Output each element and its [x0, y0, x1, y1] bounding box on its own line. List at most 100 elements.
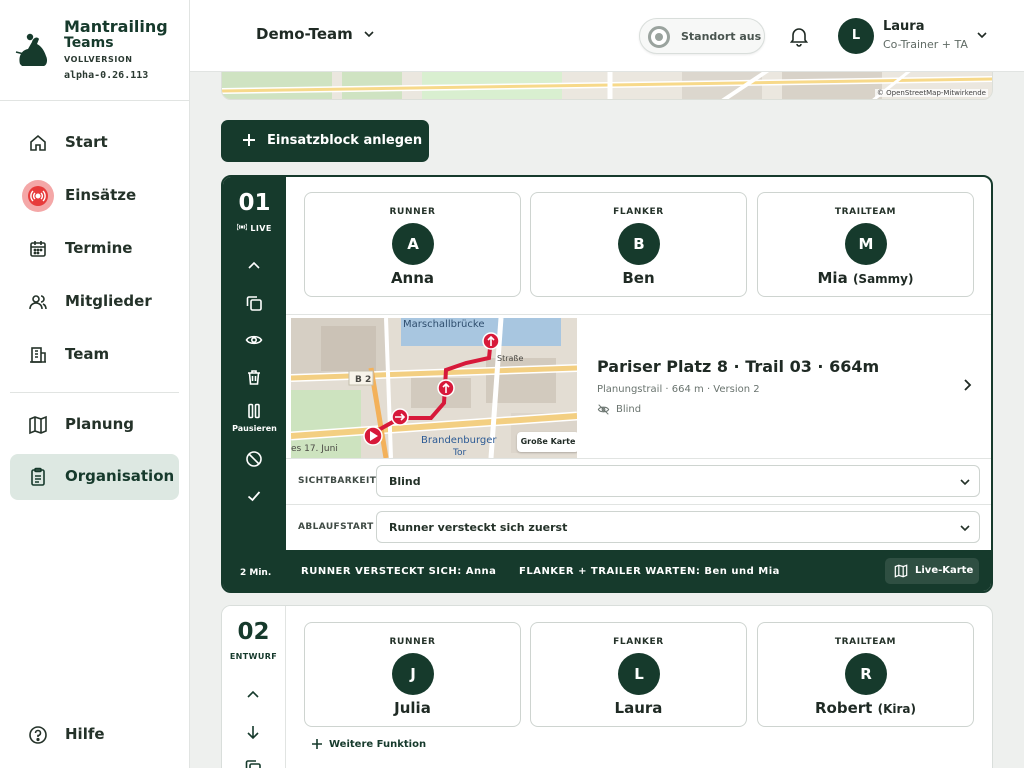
map-label-strasse: Straße: [497, 354, 523, 363]
bell-icon[interactable]: [788, 25, 810, 47]
map-label-bridge: Marschallbrücke: [403, 319, 484, 330]
nav-label: Team: [65, 345, 110, 363]
trash-icon[interactable]: [245, 368, 263, 386]
nav-label: Planung: [65, 415, 135, 433]
check-icon[interactable]: [245, 487, 263, 505]
chevron-down-icon[interactable]: [975, 28, 989, 42]
role-person: Laura: [614, 699, 663, 717]
visibility-select[interactable]: Blind: [376, 465, 980, 497]
avatar: J: [392, 653, 434, 695]
block-rail: 02 ENTWURF: [222, 606, 286, 768]
plus-icon: [312, 739, 322, 749]
chevron-right-icon[interactable]: [960, 377, 974, 393]
location-toggle[interactable]: Standort aus: [639, 18, 765, 54]
nav-label: Mitglieder: [65, 292, 152, 310]
nav-item-mitglieder[interactable]: Mitglieder: [10, 279, 179, 325]
block-footer: 2 Min. RUNNER VERSTECKT SICH: Anna FLANK…: [223, 550, 991, 591]
start-order-select[interactable]: Runner versteckt sich zuerst: [376, 511, 980, 543]
chevron-up-icon[interactable]: [244, 686, 262, 704]
live-radio-icon: [30, 190, 46, 202]
step-flanker: FLANKER + TRAILER WARTEN: Ben und Mia: [519, 566, 780, 577]
arrow-down-icon[interactable]: [244, 723, 262, 741]
add-function-button[interactable]: Weitere Funktion: [311, 738, 426, 750]
chevron-down-icon: [960, 525, 970, 532]
avatar: B: [618, 223, 660, 265]
map-attribution[interactable]: © OpenStreetMap-Mitwirkende: [874, 89, 988, 97]
nav-label: Organisation: [65, 467, 175, 485]
nav-item-team[interactable]: Team: [10, 332, 179, 378]
edition-label: VOLLVERSION: [64, 55, 133, 64]
avatar: M: [845, 223, 887, 265]
trail-title[interactable]: Pariser Platz 8 · Trail 03 · 664m: [597, 357, 879, 376]
chevron-up-icon[interactable]: [245, 257, 263, 275]
help-icon: [29, 726, 47, 744]
plus-icon: [243, 134, 255, 146]
add-block-label: Einsatzblock anlegen: [267, 133, 423, 148]
user-avatar[interactable]: L: [838, 18, 874, 54]
role-card-trailteam[interactable]: TRAILTEAM M Mia (Sammy): [757, 192, 974, 297]
select-value: Blind: [389, 475, 421, 488]
copy-icon[interactable]: [244, 758, 262, 768]
nav-item-einsaetze[interactable]: Einsätze: [10, 173, 179, 219]
big-map-button[interactable]: Große Karte: [517, 432, 577, 452]
start-order-field: ABLAUFSTART Runner versteckt sich zuerst: [286, 504, 991, 550]
trail-row[interactable]: B 2 Marschallbrücke Brandenburger Tor es…: [286, 314, 991, 458]
help-link[interactable]: Hilfe: [10, 712, 179, 758]
role-person: Anna: [390, 269, 435, 287]
location-status: Standort aus: [681, 30, 762, 43]
mantrailing-logo: [15, 33, 48, 66]
trail-map-preview[interactable]: B 2 Marschallbrücke Brandenburger Tor es…: [291, 318, 577, 458]
nav-item-organisation[interactable]: Organisation: [10, 454, 179, 500]
user-name[interactable]: Laura: [883, 19, 925, 34]
block-status: LIVE: [223, 223, 286, 233]
field-label: ABLAUFSTART: [298, 522, 374, 532]
mission-block-02: 02 ENTWURF RUNNER J Julia FLANKER L Laur…: [221, 605, 993, 768]
nav-label: Einsätze: [65, 186, 137, 204]
clipboard-icon: [31, 467, 45, 486]
live-indicator: [22, 180, 54, 212]
visibility-field: SICHTBARKEIT Blind: [286, 458, 991, 504]
team-selector[interactable]: Demo-Team: [256, 25, 375, 43]
cancel-icon[interactable]: [245, 450, 263, 468]
nav-label: Start: [65, 133, 108, 151]
role-title: FLANKER: [613, 637, 664, 647]
block-number: 02: [237, 619, 270, 645]
pause-icon[interactable]: [245, 402, 263, 420]
dog-name: (Sammy): [852, 272, 914, 286]
map-icon: [894, 564, 908, 578]
live-map-button[interactable]: Live-Karte: [885, 558, 979, 584]
nav-divider: [10, 392, 179, 393]
sidebar: Mantrailing Teams VOLLVERSION alpha-0.26…: [0, 0, 190, 768]
avatar: A: [392, 223, 434, 265]
help-label: Hilfe: [65, 725, 105, 743]
dog-name: (Kira): [877, 702, 916, 716]
nav-item-start[interactable]: Start: [10, 120, 179, 166]
copy-icon[interactable]: [245, 294, 263, 312]
role-title: FLANKER: [613, 207, 664, 217]
role-title: TRAILTEAM: [834, 207, 897, 217]
role-title: RUNNER: [389, 207, 436, 217]
step-runner: RUNNER VERSTECKT SICH: Anna: [301, 566, 497, 577]
role-person: Robert (Kira): [815, 699, 916, 717]
eye-icon[interactable]: [245, 331, 263, 349]
field-label: SICHTBARKEIT: [298, 476, 377, 486]
live-radio-icon: [236, 223, 248, 231]
role-card-trailteam[interactable]: TRAILTEAM R Robert (Kira): [757, 622, 974, 727]
trail-visibility: Blind: [597, 404, 641, 415]
nav-item-planung[interactable]: Planung: [10, 402, 179, 448]
user-role: Co-Trainer + TA: [883, 38, 968, 51]
nav-item-termine[interactable]: Termine: [10, 226, 179, 272]
pause-label[interactable]: Pausieren: [223, 424, 286, 433]
role-card-flanker[interactable]: FLANKER L Laura: [530, 622, 747, 727]
map-label-gate: Brandenburger: [421, 435, 497, 446]
brand-header: Mantrailing Teams VOLLVERSION alpha-0.26…: [0, 0, 189, 101]
role-card-flanker[interactable]: FLANKER B Ben: [530, 192, 747, 297]
map-label-street: es 17. Juni: [291, 444, 338, 454]
block-number: 01: [238, 190, 271, 216]
add-block-button[interactable]: Einsatzblock anlegen: [221, 120, 429, 162]
calendar-icon: [30, 241, 46, 257]
role-card-runner[interactable]: RUNNER J Julia: [304, 622, 521, 727]
role-card-runner[interactable]: RUNNER A Anna: [304, 192, 521, 297]
duration-label: 2 Min.: [240, 568, 272, 578]
role-title: RUNNER: [389, 637, 436, 647]
